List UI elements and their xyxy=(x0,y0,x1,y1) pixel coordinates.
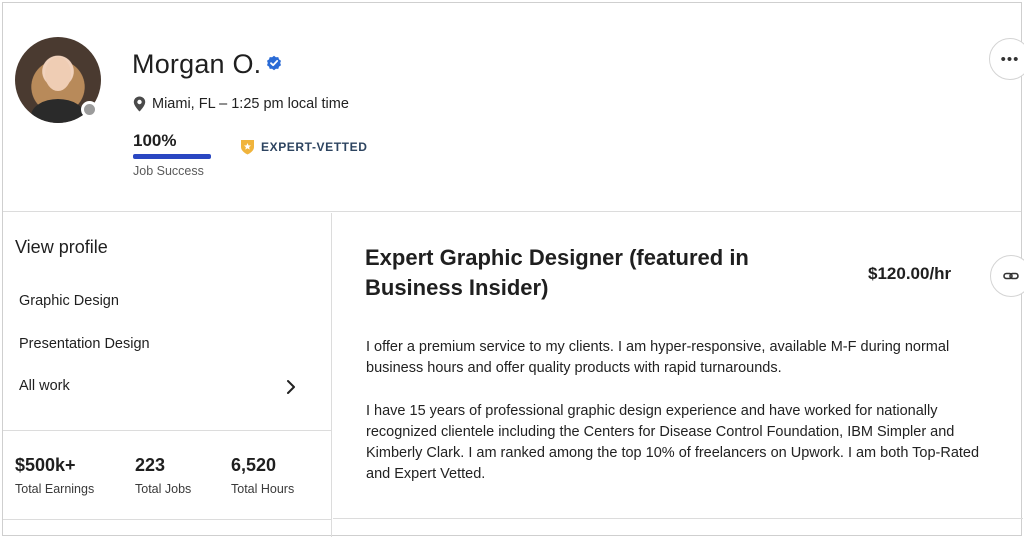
description-paragraph: I have 15 years of professional graphic … xyxy=(366,402,980,483)
job-success: 100% Job Success xyxy=(133,131,211,178)
stat-label: Total Earnings xyxy=(15,482,95,496)
description-paragraph: I offer a premium service to my clients.… xyxy=(366,339,950,377)
link-icon xyxy=(1003,272,1019,280)
profile-header: Morgan O. Miami, FL – 1:25 pm local time… xyxy=(3,3,1024,212)
stat-label: Total Hours xyxy=(231,482,295,496)
location-text: Miami, FL – 1:25 pm local time xyxy=(152,96,349,112)
chevron-right-icon[interactable] xyxy=(285,379,297,395)
sidebar: View profile Graphic Design Presentation… xyxy=(3,213,332,537)
profile-card: Morgan O. Miami, FL – 1:25 pm local time… xyxy=(2,2,1024,537)
sidebar-item-presentation-design[interactable]: Presentation Design xyxy=(19,336,150,352)
verified-check-icon xyxy=(267,55,281,71)
divider xyxy=(333,518,1023,519)
expert-vetted-badge: EXPERT-VETTED xyxy=(240,139,367,155)
badge-label: EXPERT-VETTED xyxy=(261,140,368,154)
job-success-fill xyxy=(133,154,211,159)
divider xyxy=(3,430,332,431)
view-profile-heading: View profile xyxy=(15,237,108,257)
stat-value: $500k+ xyxy=(15,455,76,475)
online-status-dot xyxy=(81,101,98,118)
sidebar-item-all-work[interactable]: All work xyxy=(19,378,70,394)
profile-title: Expert Graphic Designer (featured in Bus… xyxy=(365,245,749,300)
location-row: Miami, FL – 1:25 pm local time xyxy=(133,96,349,112)
more-options-button[interactable]: ••• xyxy=(989,38,1024,80)
hourly-rate: $120.00/hr xyxy=(868,264,952,283)
stat-total-jobs: 223 Total Jobs xyxy=(135,455,191,496)
stat-value: 6,520 xyxy=(231,455,277,475)
profile-name: Morgan O. xyxy=(132,49,262,79)
job-success-label: Job Success xyxy=(133,164,204,178)
sidebar-item-graphic-design[interactable]: Graphic Design xyxy=(19,293,119,309)
divider xyxy=(3,519,332,520)
stat-total-hours: 6,520 Total Hours xyxy=(231,455,294,496)
profile-description: I offer a premium service to my clients.… xyxy=(366,337,996,486)
stat-label: Total Jobs xyxy=(135,482,192,496)
shield-star-icon xyxy=(241,140,254,155)
stat-total-earnings: $500k+ Total Earnings xyxy=(15,455,94,496)
job-success-bar xyxy=(133,154,211,159)
map-pin-icon xyxy=(133,96,146,112)
job-success-value: 100% xyxy=(133,131,177,150)
more-horizontal-icon: ••• xyxy=(1000,50,1020,68)
copy-link-button[interactable] xyxy=(990,255,1024,297)
stat-value: 223 xyxy=(135,455,166,475)
main-panel: Expert Graphic Designer (featured in Bus… xyxy=(333,213,1024,537)
